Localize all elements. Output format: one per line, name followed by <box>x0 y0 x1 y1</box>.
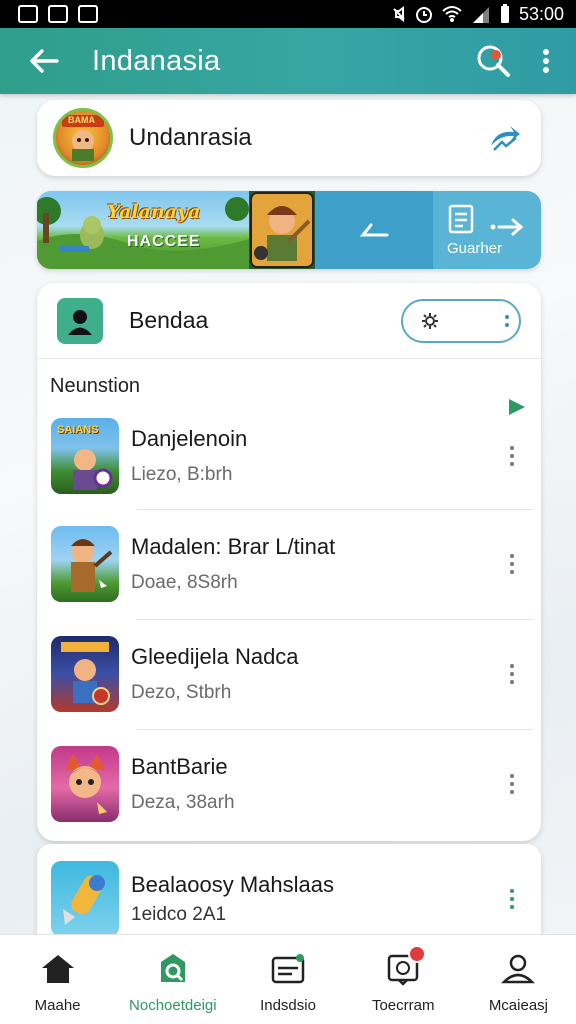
more-vert-icon <box>543 49 549 73</box>
nav-store[interactable]: Nochoetdeigi <box>115 935 230 1024</box>
clock: 53:00 <box>518 3 564 24</box>
section-heading: Neunstion <box>50 375 141 397</box>
share-button[interactable] <box>485 118 525 158</box>
overflow-menu-button[interactable] <box>520 28 572 94</box>
document-icon <box>448 204 474 233</box>
bottom-navigation: Maahe Nochoetdeigi Indsdsio Toecrram Mca… <box>0 934 576 1024</box>
game-icon <box>51 746 119 822</box>
app-name: Undanrasia <box>129 124 252 151</box>
nav-home[interactable]: Maahe <box>0 935 115 1024</box>
banner-headline: Yalanaya <box>107 201 201 223</box>
game-meta: 1eidco 2A1 <box>131 904 227 925</box>
banner-prev-button[interactable] <box>315 191 433 269</box>
game-title: Bealaoosy Mahslaas <box>131 872 335 897</box>
image-notification-icon <box>48 5 68 23</box>
notification-app-icon <box>18 5 38 23</box>
store-icon <box>160 954 185 982</box>
nav-profile[interactable]: Mcaieasj <box>461 935 576 1024</box>
calendar-notification-icon <box>78 5 98 23</box>
game-character-icon <box>71 539 113 592</box>
nav-notifications[interactable]: Toecrram <box>346 935 461 1024</box>
nav-library-label: Indsdsio <box>260 997 316 1014</box>
notification-icons <box>18 5 98 23</box>
search-button[interactable] <box>468 28 520 94</box>
banner-thumbnail <box>249 191 315 269</box>
game-icon <box>51 526 119 602</box>
share-icon <box>491 126 520 151</box>
game-title: Danjelenoin <box>131 426 248 451</box>
alarm-icon <box>415 7 432 23</box>
game-meta: Deza, 38arh <box>131 792 235 813</box>
game-character-icon <box>63 875 105 925</box>
back-button[interactable] <box>14 28 74 94</box>
game-icon: SAIANS <box>51 418 119 494</box>
search-icon <box>477 45 510 77</box>
person-icon <box>68 309 92 335</box>
filter-toggle[interactable] <box>401 298 521 343</box>
item-menu-button[interactable] <box>497 544 527 584</box>
list-item[interactable]: Gleedijela Nadca Dezo, Stbrh <box>37 619 541 729</box>
mute-icon <box>393 6 405 22</box>
wifi-icon <box>442 6 462 22</box>
banner-subhead: HACCEE <box>127 233 201 250</box>
signal-icon <box>472 7 489 23</box>
account-avatar[interactable] <box>57 297 103 344</box>
banner-cta-label: Guarher <box>447 239 503 257</box>
list-item[interactable]: SAIANS Danjelenoin Liezo, B:brh <box>37 401 541 511</box>
battery-icon <box>500 4 509 23</box>
home-icon <box>41 955 74 983</box>
arrow-left-icon <box>30 49 59 73</box>
hero-character-icon <box>250 192 314 268</box>
app-logo-text: BAMA <box>68 115 95 125</box>
nav-home-label: Maahe <box>34 997 81 1014</box>
library-icon <box>271 954 305 984</box>
nav-store-label: Nochoetdeigi <box>129 997 217 1014</box>
item-menu-button[interactable] <box>497 764 527 804</box>
filter-more-icon <box>505 313 509 329</box>
nav-library[interactable]: Indsdsio <box>230 935 345 1024</box>
profile-icon <box>501 954 536 984</box>
game-meta: Dezo, Stbrh <box>131 682 232 703</box>
notification-badge <box>408 945 427 963</box>
nav-profile-label: Mcaieasj <box>488 997 548 1014</box>
list-item[interactable]: Madalen: Brar L/tinat Doae, 8S8rh <box>37 509 541 619</box>
arrow-left-small-icon <box>359 223 389 237</box>
item-menu-button[interactable] <box>497 879 527 919</box>
game-meta: Liezo, B:brh <box>131 464 233 485</box>
game-list-card: Bendaa Neunstion SAIANS Danjelenoin Liez… <box>37 283 541 841</box>
app-bar: Indanasia <box>0 28 576 94</box>
banner-artwork: Yalanaya HACCEE <box>37 191 249 269</box>
arrow-right-icon <box>490 218 524 236</box>
page-title: Indanasia <box>92 44 221 77</box>
game-character-icon <box>61 642 110 705</box>
game-title: Gleedijela Nadca <box>131 644 299 669</box>
list-header-title: Bendaa <box>129 307 209 333</box>
game-icon <box>51 861 119 937</box>
banner-cta-button[interactable]: Guarher <box>433 191 541 269</box>
list-header: Bendaa <box>37 283 541 359</box>
item-menu-button[interactable] <box>497 436 527 476</box>
system-status: 53:00 <box>391 4 564 25</box>
status-bar: 53:00 <box>0 0 576 28</box>
promo-banner[interactable]: Yalanaya HACCEE Guarher <box>37 191 541 269</box>
item-menu-button[interactable] <box>497 654 527 694</box>
game-title: BantBarie <box>131 754 228 779</box>
game-character-icon <box>73 449 113 490</box>
game-character-icon <box>65 754 107 814</box>
app-header-card[interactable]: BAMA Undanrasia <box>37 100 541 176</box>
app-logo: BAMA <box>53 108 113 168</box>
game-title: Madalen: Brar L/tinat <box>131 534 336 559</box>
game-meta: Doae, 8S8rh <box>131 572 238 593</box>
nav-notifications-label: Toecrram <box>371 997 435 1014</box>
settings-icon <box>422 312 438 329</box>
list-item[interactable]: BantBarie Deza, 38arh <box>37 729 541 839</box>
game-icon <box>51 636 119 712</box>
